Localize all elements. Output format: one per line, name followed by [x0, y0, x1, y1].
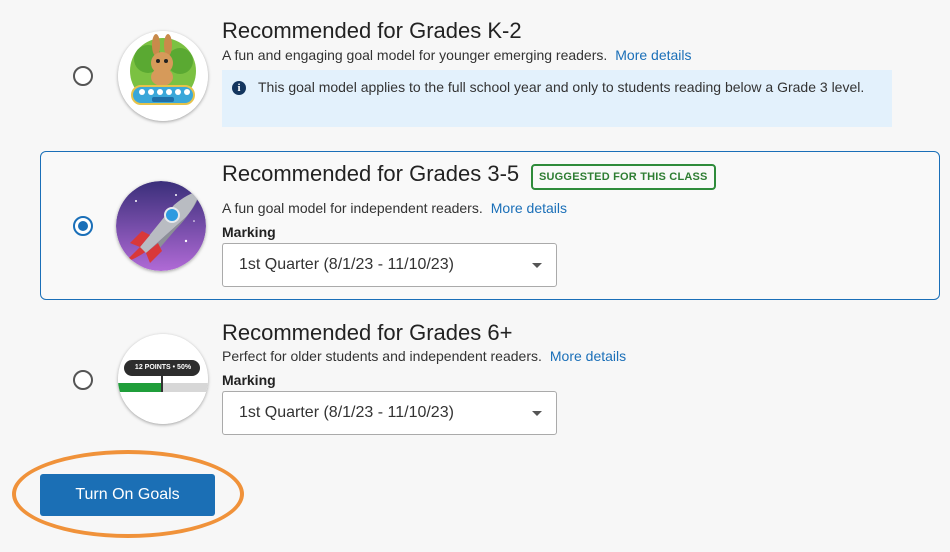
- k2-badge-image: [118, 31, 208, 121]
- caret-down-icon: [532, 411, 542, 416]
- caret-down-icon: [532, 263, 542, 268]
- marking-period-value: 1st Quarter (8/1/23 - 11/10/23): [239, 256, 454, 273]
- option-title: Recommended for Grades 3-5: [222, 161, 520, 186]
- option-description: A fun goal model for independent readers…: [222, 200, 567, 216]
- radio-3-5[interactable]: [73, 216, 93, 236]
- info-icon: i: [232, 81, 246, 95]
- points-badge-label: 12 POINTS • 50%: [134, 364, 192, 371]
- more-details-link[interactable]: More details: [615, 47, 691, 63]
- option-description: Perfect for older students and independe…: [222, 348, 626, 364]
- points-badge-image: 12 POINTS • 50%: [118, 334, 208, 424]
- marking-period-select[interactable]: 1st Quarter (8/1/23 - 11/10/23): [222, 391, 557, 435]
- rocket-badge-image: [116, 181, 206, 271]
- more-details-link[interactable]: More details: [550, 348, 626, 364]
- option-title: Recommended for Grades 6+: [222, 320, 513, 345]
- description-text: Perfect for older students and independe…: [222, 348, 542, 364]
- suggested-badge: SUGGESTED FOR THIS CLASS: [531, 164, 716, 190]
- option-description: A fun and engaging goal model for younge…: [222, 47, 692, 63]
- turn-on-goals-button[interactable]: Turn On Goals: [40, 474, 215, 516]
- description-text: A fun goal model for independent readers…: [222, 200, 483, 216]
- description-text: A fun and engaging goal model for younge…: [222, 47, 608, 63]
- more-details-link[interactable]: More details: [491, 200, 567, 216]
- radio-k2[interactable]: [73, 66, 93, 86]
- info-text: This goal model applies to the full scho…: [258, 79, 865, 95]
- radio-6plus[interactable]: [73, 370, 93, 390]
- marking-period-select[interactable]: 1st Quarter (8/1/23 - 11/10/23): [222, 243, 557, 287]
- marking-period-value: 1st Quarter (8/1/23 - 11/10/23): [239, 404, 454, 421]
- option-title: Recommended for Grades K-2: [222, 18, 522, 43]
- info-callout: i This goal model applies to the full sc…: [222, 70, 892, 127]
